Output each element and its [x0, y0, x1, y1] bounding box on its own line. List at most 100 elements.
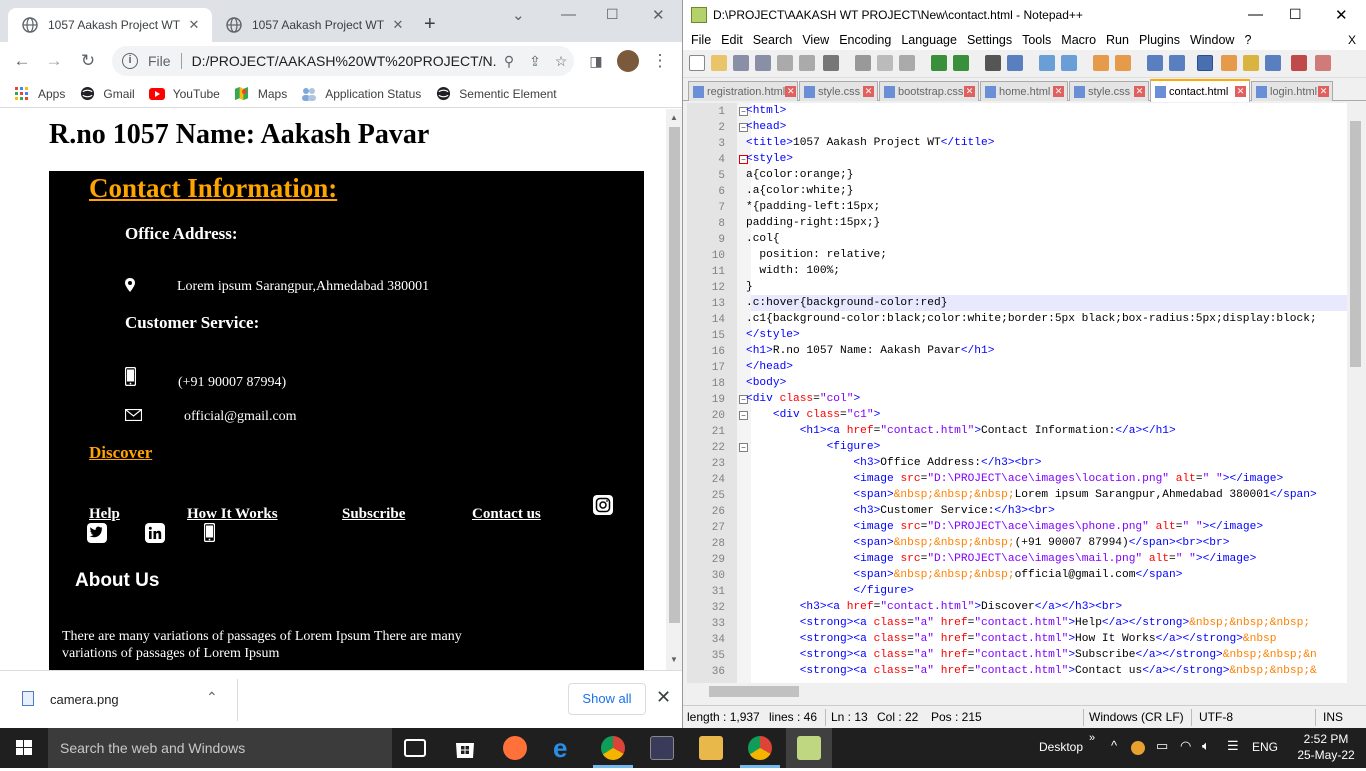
- toolbar-chevron-icon[interactable]: »: [1089, 732, 1095, 744]
- task-view-icon[interactable]: [404, 739, 426, 757]
- close-tab-icon[interactable]: ✕: [785, 86, 797, 97]
- menu-help[interactable]: ?: [1244, 33, 1251, 47]
- menu-edit[interactable]: Edit: [721, 33, 743, 47]
- contact-us-link[interactable]: Contact us: [472, 506, 541, 523]
- function-list-icon[interactable]: [1265, 55, 1281, 71]
- contact-info-link[interactable]: Contact Information:: [89, 173, 337, 204]
- taskbar-search-box[interactable]: Search the web and Windows: [48, 728, 392, 768]
- input-language[interactable]: ENG: [1252, 740, 1278, 754]
- scrollbar-thumb[interactable]: [669, 127, 680, 623]
- undo-icon[interactable]: [931, 55, 947, 71]
- close-tab-icon[interactable]: ✕: [1134, 86, 1145, 97]
- notification-icon[interactable]: ☰: [1227, 738, 1239, 754]
- zoom-in-icon[interactable]: [1039, 55, 1055, 71]
- chrome-icon[interactable]: [601, 736, 625, 760]
- file-tab-style-css[interactable]: style.css ✕: [799, 81, 878, 101]
- show-all-button[interactable]: Show all: [568, 683, 646, 715]
- download-filename[interactable]: camera.png: [50, 692, 119, 707]
- app-window-icon[interactable]: [650, 736, 674, 760]
- close-all-icon[interactable]: [799, 55, 815, 71]
- new-file-icon[interactable]: [689, 55, 705, 71]
- weather-icon[interactable]: [1131, 741, 1145, 755]
- new-tab-button[interactable]: +: [424, 14, 436, 34]
- menu-tools[interactable]: Tools: [1022, 33, 1051, 47]
- wifi-icon[interactable]: ◠: [1180, 738, 1191, 754]
- menu-window[interactable]: Window: [1190, 33, 1234, 47]
- close-tab-icon[interactable]: ✕: [964, 86, 975, 97]
- bookmark-gmail[interactable]: Gmail: [79, 86, 135, 102]
- chevron-down-icon[interactable]: ⌄: [512, 6, 525, 24]
- instagram-icon[interactable]: [593, 495, 613, 519]
- sync-vertical-icon[interactable]: [1093, 55, 1109, 71]
- volume-icon[interactable]: 🔈︎: [1202, 738, 1210, 754]
- profile-avatar[interactable]: [617, 50, 639, 72]
- copy-icon[interactable]: [877, 55, 893, 71]
- file-explorer-icon[interactable]: [699, 736, 723, 760]
- zoom-icon[interactable]: ⚲: [496, 53, 522, 70]
- bookmark-apps[interactable]: Apps: [14, 86, 65, 102]
- sync-horizontal-icon[interactable]: [1115, 55, 1131, 71]
- edge-icon[interactable]: e: [553, 735, 577, 761]
- reload-icon[interactable]: ↻: [76, 50, 100, 72]
- close-window-button[interactable]: ✕: [652, 6, 665, 24]
- save-all-icon[interactable]: [755, 55, 771, 71]
- info-icon[interactable]: i: [122, 53, 138, 69]
- mobile-icon[interactable]: [203, 522, 216, 546]
- bookmark-star-icon[interactable]: ☆: [548, 53, 574, 70]
- replace-icon[interactable]: [1007, 55, 1023, 71]
- share-icon[interactable]: ⇪: [522, 53, 548, 70]
- scroll-down-arrow-icon[interactable]: ▼: [670, 655, 678, 664]
- doc-map-icon[interactable]: [1243, 55, 1259, 71]
- address-bar[interactable]: i File D:/PROJECT/AAKASH%20WT%20PROJECT/…: [112, 46, 574, 76]
- menu-search[interactable]: Search: [753, 33, 793, 47]
- page-scrollbar[interactable]: ▲ ▼: [666, 109, 682, 670]
- show-all-chars-icon[interactable]: [1169, 55, 1185, 71]
- close-tab-icon[interactable]: ✕: [1318, 86, 1329, 97]
- word-wrap-icon[interactable]: [1147, 55, 1163, 71]
- browser-tab-active[interactable]: 1057 Aakash Project WT ✕: [8, 8, 212, 42]
- back-arrow-icon[interactable]: ←: [10, 50, 34, 72]
- minimize-button[interactable]: —: [561, 6, 576, 23]
- file-tab-registration[interactable]: registration.html ✕: [688, 81, 798, 101]
- record-macro-icon[interactable]: [1291, 55, 1307, 71]
- zoom-out-icon[interactable]: [1061, 55, 1077, 71]
- store-icon[interactable]: [453, 736, 477, 760]
- chrome-profile-icon[interactable]: [748, 736, 772, 760]
- bookmark-youtube[interactable]: YouTube: [148, 86, 220, 102]
- scrollbar-thumb[interactable]: [1350, 121, 1361, 367]
- file-tab-home-html[interactable]: home.html ✕: [980, 81, 1068, 101]
- discover-link[interactable]: Discover: [89, 443, 152, 463]
- code-editor[interactable]: 1 2 3 4 5 6 7 8 9 10 11 12 13 14 15 16 17 18 19 20 21 22 23 24 2…: [687, 103, 1347, 683]
- menu-plugins[interactable]: Plugins: [1139, 33, 1180, 47]
- open-file-icon[interactable]: [711, 55, 727, 71]
- language-icon[interactable]: [1221, 55, 1237, 71]
- show-hidden-icons-icon[interactable]: ^: [1111, 738, 1117, 753]
- scroll-up-arrow-icon[interactable]: ▲: [670, 113, 678, 122]
- maximize-button[interactable]: ☐: [1289, 6, 1302, 23]
- close-tab-icon[interactable]: ✕: [863, 86, 874, 97]
- save-icon[interactable]: [733, 55, 749, 71]
- cut-icon[interactable]: [855, 55, 871, 71]
- help-link[interactable]: Help: [89, 506, 120, 523]
- chevron-up-icon[interactable]: ⌃: [206, 689, 218, 706]
- paste-icon[interactable]: [899, 55, 915, 71]
- find-icon[interactable]: [985, 55, 1001, 71]
- twitter-icon[interactable]: [87, 523, 107, 547]
- close-download-bar-icon[interactable]: ✕: [656, 687, 671, 708]
- menu-macro[interactable]: Macro: [1061, 33, 1096, 47]
- menu-encoding[interactable]: Encoding: [839, 33, 891, 47]
- system-clock[interactable]: 2:52 PM 25-May-22: [1294, 731, 1358, 763]
- file-tab-style-css-2[interactable]: style.css ✕: [1069, 81, 1149, 101]
- how-it-works-link[interactable]: How It Works: [187, 506, 278, 523]
- url-text[interactable]: D:/PROJECT/AAKASH%20WT%20PROJECT/N...: [192, 53, 496, 69]
- minimize-button[interactable]: —: [1248, 6, 1263, 23]
- menu-run[interactable]: Run: [1106, 33, 1129, 47]
- menu-view[interactable]: View: [802, 33, 829, 47]
- menu-dots-icon[interactable]: ⋮: [648, 50, 672, 72]
- menu-settings[interactable]: Settings: [967, 33, 1012, 47]
- close-tab-icon[interactable]: ✕: [186, 17, 202, 33]
- browser-tab[interactable]: 1057 Aakash Project WT ✕: [212, 8, 416, 42]
- file-tab-login-html[interactable]: login.html ✕: [1251, 81, 1333, 101]
- close-tab-icon[interactable]: ✕: [390, 17, 406, 33]
- editor-horizontal-scrollbar[interactable]: [687, 683, 1347, 700]
